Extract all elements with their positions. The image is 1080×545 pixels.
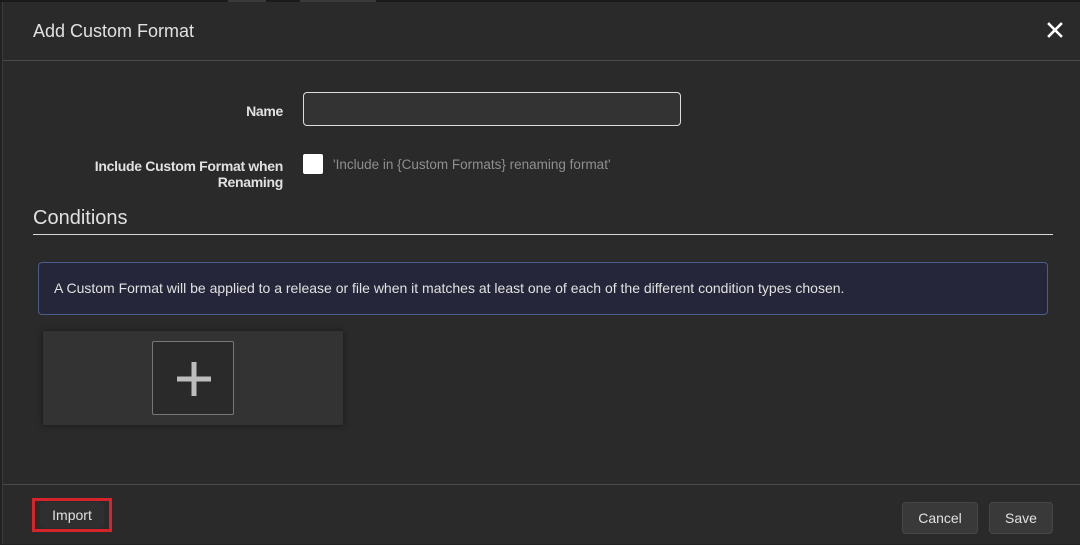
modal-title: Add Custom Format [33, 21, 195, 41]
close-button[interactable] [1043, 18, 1067, 42]
include-renaming-checkbox[interactable] [303, 154, 323, 174]
plus-icon [177, 362, 211, 396]
conditions-divider [33, 234, 1053, 235]
save-button[interactable]: Save [989, 502, 1053, 534]
add-condition-button[interactable] [152, 341, 234, 415]
name-label: Name [246, 103, 283, 119]
modal-footer: Import Cancel Save [3, 484, 1080, 545]
conditions-info-alert: A Custom Format will be applied to a rel… [38, 262, 1048, 315]
cancel-button[interactable]: Cancel [902, 502, 978, 534]
import-button[interactable]: Import [40, 502, 104, 528]
add-custom-format-modal: Add Custom Format Name Include Custom Fo… [2, 2, 1080, 544]
name-input[interactable] [303, 92, 681, 126]
conditions-info-text: A Custom Format will be applied to a rel… [54, 280, 845, 296]
modal-header: Add Custom Format [3, 2, 1080, 61]
add-condition-card [43, 331, 343, 425]
include-renaming-label: Include Custom Format when Renaming [94, 158, 284, 190]
include-renaming-help-text: 'Include in {Custom Formats} renaming fo… [333, 157, 611, 172]
modal-body: Name Include Custom Format when Renaming… [3, 61, 1080, 485]
conditions-title: Conditions [33, 207, 128, 229]
close-icon [1047, 22, 1063, 38]
